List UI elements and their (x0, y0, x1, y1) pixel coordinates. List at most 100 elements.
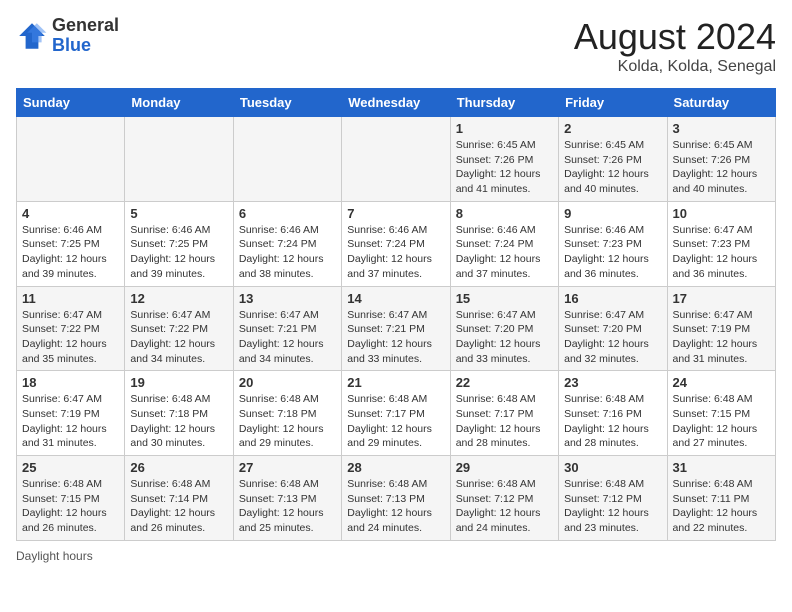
calendar-cell: 21 Sunrise: 6:48 AM Sunset: 7:17 PM Dayli… (342, 371, 450, 456)
day-number: 24 (673, 375, 770, 390)
day-info: Sunrise: 6:47 AM Sunset: 7:23 PM Dayligh… (673, 223, 770, 282)
week-row-3: 11 Sunrise: 6:47 AM Sunset: 7:22 PM Dayli… (17, 286, 776, 371)
calendar-cell (342, 117, 450, 202)
day-info: Sunrise: 6:48 AM Sunset: 7:12 PM Dayligh… (564, 477, 661, 536)
day-info: Sunrise: 6:46 AM Sunset: 7:24 PM Dayligh… (239, 223, 336, 282)
calendar-cell (233, 117, 341, 202)
day-number: 25 (22, 460, 119, 475)
day-info: Sunrise: 6:47 AM Sunset: 7:19 PM Dayligh… (673, 308, 770, 367)
day-number: 2 (564, 121, 661, 136)
day-number: 21 (347, 375, 444, 390)
day-info: Sunrise: 6:48 AM Sunset: 7:14 PM Dayligh… (130, 477, 227, 536)
day-number: 17 (673, 291, 770, 306)
day-info: Sunrise: 6:48 AM Sunset: 7:17 PM Dayligh… (456, 392, 553, 451)
day-number: 1 (456, 121, 553, 136)
week-row-2: 4 Sunrise: 6:46 AM Sunset: 7:25 PM Daylig… (17, 201, 776, 286)
calendar-cell: 1 Sunrise: 6:45 AM Sunset: 7:26 PM Daylig… (450, 117, 558, 202)
day-number: 26 (130, 460, 227, 475)
day-number: 15 (456, 291, 553, 306)
day-info: Sunrise: 6:45 AM Sunset: 7:26 PM Dayligh… (564, 138, 661, 197)
logo-general: General (52, 15, 119, 35)
day-number: 6 (239, 206, 336, 221)
calendar-cell: 28 Sunrise: 6:48 AM Sunset: 7:13 PM Dayli… (342, 456, 450, 541)
calendar-cell: 19Sunrise: 6:48 AM Sunset: 7:18 PM Dayli… (125, 371, 233, 456)
calendar-table: Sunday Monday Tuesday Wednesday Thursday… (16, 88, 776, 541)
day-number: 3 (673, 121, 770, 136)
day-number: 9 (564, 206, 661, 221)
header-row: Sunday Monday Tuesday Wednesday Thursday… (17, 89, 776, 117)
day-info: Sunrise: 6:48 AM Sunset: 7:13 PM Dayligh… (347, 477, 444, 536)
calendar-cell: 10Sunrise: 6:47 AM Sunset: 7:23 PM Dayli… (667, 201, 775, 286)
calendar-cell: 22Sunrise: 6:48 AM Sunset: 7:17 PM Dayli… (450, 371, 558, 456)
day-info: Sunrise: 6:47 AM Sunset: 7:22 PM Dayligh… (130, 308, 227, 367)
calendar-cell: 8 Sunrise: 6:46 AM Sunset: 7:24 PM Daylig… (450, 201, 558, 286)
calendar-cell: 29Sunrise: 6:48 AM Sunset: 7:12 PM Dayli… (450, 456, 558, 541)
calendar-cell: 13 Sunrise: 6:47 AM Sunset: 7:21 PM Dayli… (233, 286, 341, 371)
day-info: Sunrise: 6:45 AM Sunset: 7:26 PM Dayligh… (673, 138, 770, 197)
day-info: Sunrise: 6:46 AM Sunset: 7:25 PM Dayligh… (22, 223, 119, 282)
calendar-cell: 12 Sunrise: 6:47 AM Sunset: 7:22 PM Dayli… (125, 286, 233, 371)
col-wednesday: Wednesday (342, 89, 450, 117)
logo-icon (16, 20, 48, 52)
week-row-5: 25 Sunrise: 6:48 AM Sunset: 7:15 PM Dayli… (17, 456, 776, 541)
day-number: 28 (347, 460, 444, 475)
calendar-cell: 2 Sunrise: 6:45 AM Sunset: 7:26 PM Daylig… (559, 117, 667, 202)
day-info: Sunrise: 6:46 AM Sunset: 7:24 PM Dayligh… (456, 223, 553, 282)
day-info: Sunrise: 6:46 AM Sunset: 7:24 PM Dayligh… (347, 223, 444, 282)
calendar-cell: 3 Sunrise: 6:45 AM Sunset: 7:26 PM Daylig… (667, 117, 775, 202)
col-thursday: Thursday (450, 89, 558, 117)
logo-text: General Blue (52, 16, 119, 56)
day-number: 13 (239, 291, 336, 306)
calendar-cell: 14Sunrise: 6:47 AM Sunset: 7:21 PM Dayli… (342, 286, 450, 371)
day-number: 11 (22, 291, 119, 306)
calendar-cell: 11 Sunrise: 6:47 AM Sunset: 7:22 PM Dayli… (17, 286, 125, 371)
logo-blue: Blue (52, 35, 91, 55)
calendar-cell: 25 Sunrise: 6:48 AM Sunset: 7:15 PM Dayli… (17, 456, 125, 541)
calendar-cell: 24Sunrise: 6:48 AM Sunset: 7:15 PM Dayli… (667, 371, 775, 456)
day-number: 7 (347, 206, 444, 221)
footer-text: Daylight hours (16, 549, 93, 563)
day-info: Sunrise: 6:48 AM Sunset: 7:18 PM Dayligh… (239, 392, 336, 451)
day-info: Sunrise: 6:47 AM Sunset: 7:20 PM Dayligh… (564, 308, 661, 367)
day-info: Sunrise: 6:48 AM Sunset: 7:11 PM Dayligh… (673, 477, 770, 536)
calendar-cell (17, 117, 125, 202)
page-header: General Blue August 2024 Kolda, Kolda, S… (16, 16, 776, 76)
day-info: Sunrise: 6:48 AM Sunset: 7:12 PM Dayligh… (456, 477, 553, 536)
calendar-body: 1 Sunrise: 6:45 AM Sunset: 7:26 PM Daylig… (17, 117, 776, 541)
calendar-cell: 9 Sunrise: 6:46 AM Sunset: 7:23 PM Daylig… (559, 201, 667, 286)
day-number: 16 (564, 291, 661, 306)
calendar-title: August 2024 (574, 16, 776, 58)
day-info: Sunrise: 6:45 AM Sunset: 7:26 PM Dayligh… (456, 138, 553, 197)
day-info: Sunrise: 6:47 AM Sunset: 7:19 PM Dayligh… (22, 392, 119, 451)
calendar-cell: 23Sunrise: 6:48 AM Sunset: 7:16 PM Dayli… (559, 371, 667, 456)
day-number: 14 (347, 291, 444, 306)
calendar-subtitle: Kolda, Kolda, Senegal (574, 58, 776, 76)
day-number: 4 (22, 206, 119, 221)
day-info: Sunrise: 6:47 AM Sunset: 7:22 PM Dayligh… (22, 308, 119, 367)
calendar-cell: 15 Sunrise: 6:47 AM Sunset: 7:20 PM Dayli… (450, 286, 558, 371)
day-info: Sunrise: 6:46 AM Sunset: 7:23 PM Dayligh… (564, 223, 661, 282)
day-info: Sunrise: 6:48 AM Sunset: 7:16 PM Dayligh… (564, 392, 661, 451)
day-number: 5 (130, 206, 227, 221)
day-info: Sunrise: 6:48 AM Sunset: 7:15 PM Dayligh… (22, 477, 119, 536)
calendar-cell (125, 117, 233, 202)
day-number: 8 (456, 206, 553, 221)
day-number: 12 (130, 291, 227, 306)
col-monday: Monday (125, 89, 233, 117)
day-number: 18 (22, 375, 119, 390)
day-info: Sunrise: 6:47 AM Sunset: 7:20 PM Dayligh… (456, 308, 553, 367)
title-block: August 2024 Kolda, Kolda, Senegal (574, 16, 776, 76)
calendar-cell: 20 Sunrise: 6:48 AM Sunset: 7:18 PM Dayli… (233, 371, 341, 456)
calendar-header: Sunday Monday Tuesday Wednesday Thursday… (17, 89, 776, 117)
logo: General Blue (16, 16, 119, 56)
calendar-cell: 4 Sunrise: 6:46 AM Sunset: 7:25 PM Daylig… (17, 201, 125, 286)
day-info: Sunrise: 6:47 AM Sunset: 7:21 PM Dayligh… (239, 308, 336, 367)
week-row-4: 18 Sunrise: 6:47 AM Sunset: 7:19 PM Dayli… (17, 371, 776, 456)
col-friday: Friday (559, 89, 667, 117)
calendar-cell: 26 Sunrise: 6:48 AM Sunset: 7:14 PM Dayli… (125, 456, 233, 541)
day-info: Sunrise: 6:48 AM Sunset: 7:18 PM Dayligh… (130, 392, 227, 451)
day-info: Sunrise: 6:48 AM Sunset: 7:17 PM Dayligh… (347, 392, 444, 451)
calendar-cell: 5Sunrise: 6:46 AM Sunset: 7:25 PM Daylig… (125, 201, 233, 286)
col-sunday: Sunday (17, 89, 125, 117)
day-number: 20 (239, 375, 336, 390)
